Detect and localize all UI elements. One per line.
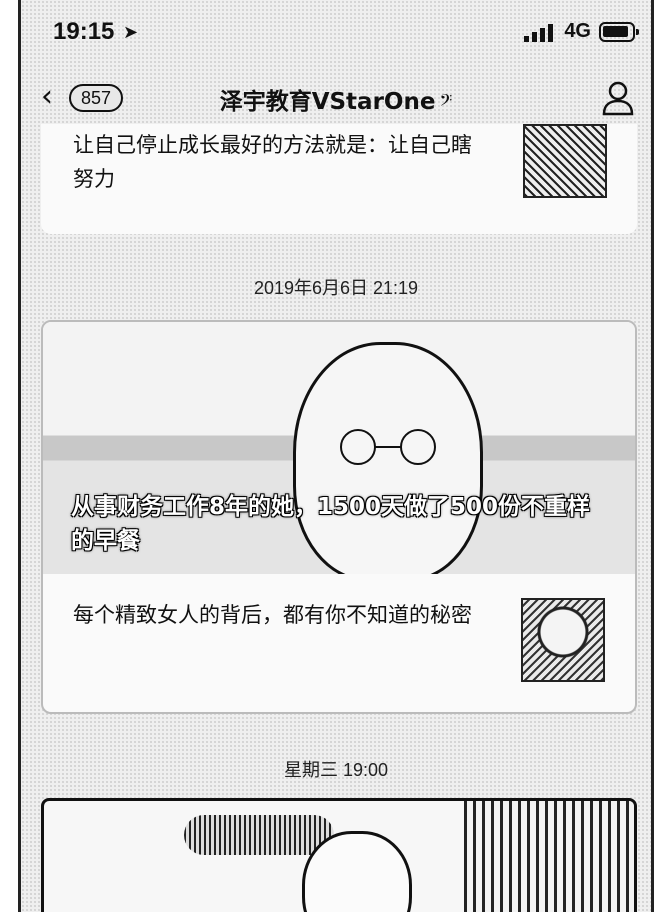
- location-arrow-icon: ➤: [123, 22, 139, 43]
- signal-strength-icon: [524, 24, 553, 42]
- article-title: 让自己停止成长最好的方法就是：让自己瞎努力: [73, 133, 472, 191]
- article-title: 每个精致女人的背后，都有你不知道的秘密: [73, 603, 472, 627]
- phone-screen: 19:15 ➤ 4G ‹ 857 泽宇教育VStarOne 𝄢 让自己停止成长最好…: [18, 0, 654, 912]
- article-headline: 从事财务工作8年的她，1500天做了500份不重样的早餐: [71, 494, 591, 554]
- article-thumbnail: [523, 124, 607, 198]
- portrait-figure: [302, 831, 412, 912]
- message-card[interactable]: 从事财务工作8年的她，1500天做了500份不重样的早餐 每个精致女人的背后，都…: [41, 320, 637, 714]
- message-timestamp: 星期三 19:00: [283, 760, 389, 780]
- account-name: 泽宇教育VStarOne: [219, 89, 436, 115]
- article-thumbnail: [521, 598, 605, 682]
- article-cover-image[interactable]: 从事财务工作8年的她，1500天做了500份不重样的早餐: [43, 322, 635, 574]
- message-timestamp: 2019年6月6日 21:19: [253, 278, 419, 298]
- status-bar: 19:15 ➤ 4G: [21, 0, 651, 70]
- message-card[interactable]: 让自己停止成长最好的方法就是：让自己瞎努力: [41, 124, 637, 234]
- ear-icon: 𝄢: [439, 90, 453, 114]
- nav-bar: ‹ 857 泽宇教育VStarOne 𝄢: [21, 70, 651, 126]
- user-icon[interactable]: [601, 80, 635, 116]
- status-time: 19:15: [53, 18, 115, 45]
- battery-icon: [599, 22, 639, 42]
- network-type: 4G: [564, 20, 591, 42]
- page-title: 泽宇教育VStarOne 𝄢: [21, 82, 651, 116]
- glasses-drawing: [340, 429, 436, 465]
- message-card[interactable]: [41, 798, 637, 912]
- cover-image-background: [464, 801, 634, 912]
- cover-image-detail: [184, 815, 334, 855]
